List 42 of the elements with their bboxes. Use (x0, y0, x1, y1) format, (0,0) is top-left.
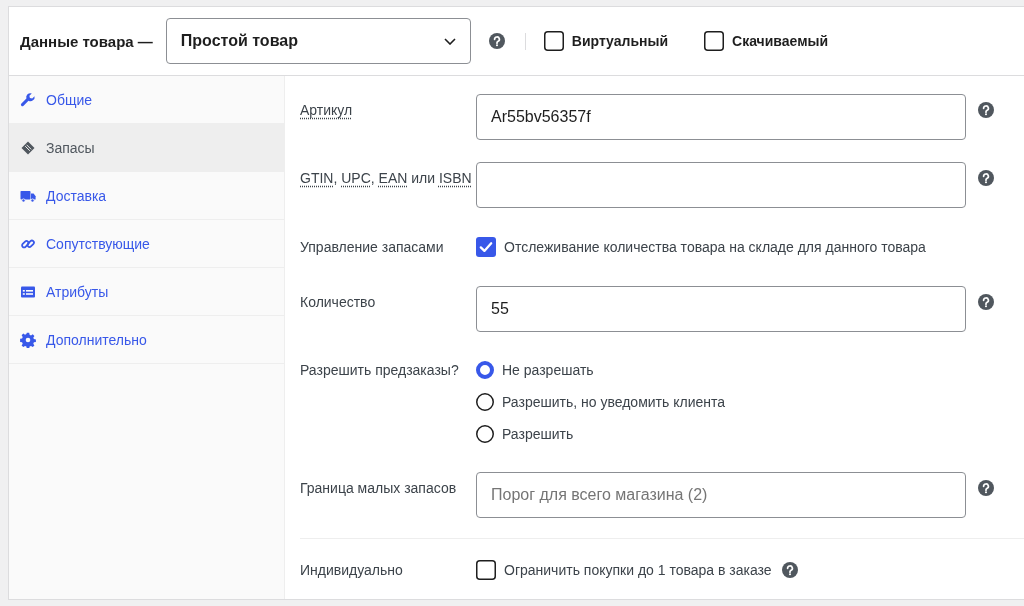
radio-label[interactable]: Не разрешать (502, 362, 594, 378)
checkbox-label[interactable]: Виртуальный (571, 33, 669, 49)
help-icon[interactable] (781, 562, 798, 578)
help-icon[interactable] (978, 294, 994, 310)
field-label: Артикул (300, 101, 354, 120)
chevron-icon (443, 37, 456, 45)
field-label: Граница малых запасов (300, 479, 458, 498)
sidebar-tab[interactable]: Атрибуты (9, 268, 284, 316)
sidebar-tab[interactable]: Запасы (9, 124, 284, 172)
help-icon[interactable] (488, 33, 505, 49)
text-field[interactable]: Ar55bv56357f (476, 94, 966, 140)
radio-button[interactable] (476, 393, 494, 411)
product-type-select[interactable]: Простой товар (165, 18, 471, 64)
section-title: Данные товара — (20, 32, 153, 50)
text-field[interactable] (476, 162, 966, 208)
help-icon[interactable] (978, 170, 994, 186)
checkbox-label[interactable]: Отслеживание количества товара на складе для данного товара (504, 239, 926, 255)
field-label: Разрешить предзаказы? (300, 361, 460, 380)
gear-icon (20, 331, 36, 348)
checkbox[interactable] (476, 560, 496, 580)
help-icon[interactable] (978, 102, 994, 118)
checkbox[interactable] (476, 237, 496, 257)
text-field[interactable]: 55 (476, 286, 966, 332)
help-icon[interactable] (978, 480, 994, 496)
sidebar-tab[interactable]: Сопутствующие (9, 220, 284, 268)
field-label: Управление запасами (300, 238, 445, 257)
radio-label[interactable]: Разрешить, но уведомить клиента (502, 394, 726, 410)
tag-icon (20, 139, 36, 156)
checkbox[interactable] (543, 31, 564, 51)
sidebar-tab[interactable]: Дополнительно (9, 316, 284, 364)
radio-label[interactable]: Разрешить (502, 426, 574, 442)
radio-button[interactable] (476, 361, 494, 379)
checkbox[interactable] (704, 31, 725, 51)
wrench-icon (20, 91, 36, 108)
radio-button[interactable] (476, 425, 494, 443)
field-label: Индивидуально (300, 561, 404, 580)
text-field[interactable]: Порог для всего магазина (2) (476, 472, 966, 518)
sidebar-tab[interactable]: Доставка (9, 172, 284, 220)
checkbox-label[interactable]: Скачиваемый (732, 33, 829, 49)
field-label: GTIN, UPC, EAN или ISBN (300, 169, 473, 188)
field-label: Количество (300, 293, 377, 312)
checkbox-label[interactable]: Ограничить покупки до 1 товара в заказе (504, 562, 772, 578)
